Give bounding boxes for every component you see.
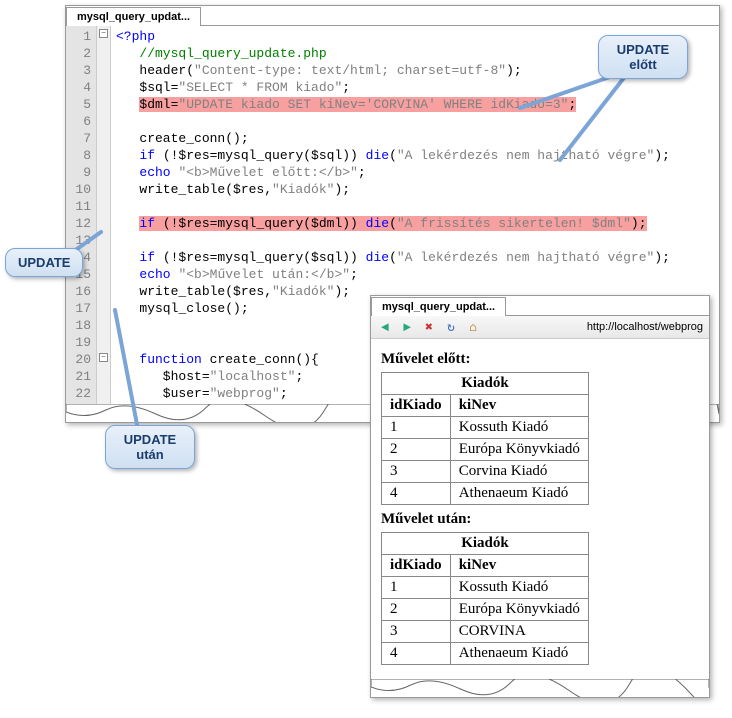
table-before: Kiadók idKiado kiNev 1Kossuth Kiadó2Euró… bbox=[381, 372, 589, 505]
line-number: 9 bbox=[71, 164, 91, 181]
code-line[interactable]: write_table($res,"Kiadók"); bbox=[116, 181, 714, 198]
code-line[interactable]: if (!$res=mysql_query($dml)) die("A fris… bbox=[116, 215, 714, 232]
url-bar[interactable]: http://localhost/webprog bbox=[587, 321, 703, 333]
line-number: 6 bbox=[71, 113, 91, 130]
line-number: 16 bbox=[71, 283, 91, 300]
line-number: 7 bbox=[71, 130, 91, 147]
cell-id: 4 bbox=[382, 483, 451, 505]
table-row: 1Kossuth Kiadó bbox=[382, 417, 589, 439]
code-line[interactable]: if (!$res=mysql_query($sql)) die("A leké… bbox=[116, 249, 714, 266]
back-icon[interactable]: ◄ bbox=[377, 319, 393, 335]
callout-before: UPDATE előtt bbox=[598, 35, 688, 79]
line-number: 1 bbox=[71, 28, 91, 45]
line-number: 18 bbox=[71, 317, 91, 334]
line-number: 22 bbox=[71, 385, 91, 402]
line-number: 19 bbox=[71, 334, 91, 351]
cell-name: Kossuth Kiadó bbox=[450, 417, 588, 439]
table-row: 3Corvina Kiadó bbox=[382, 461, 589, 483]
cell-id: 3 bbox=[382, 621, 451, 643]
table-row: 4Athenaeum Kiadó bbox=[382, 483, 589, 505]
code-line[interactable]: create_conn(); bbox=[116, 130, 714, 147]
code-line[interactable] bbox=[116, 113, 714, 130]
cell-id: 3 bbox=[382, 461, 451, 483]
callout-text: UPDATE bbox=[18, 255, 70, 270]
code-line[interactable]: if (!$res=mysql_query($sql)) die("A leké… bbox=[116, 147, 714, 164]
section-title-before: Művelet előtt: bbox=[381, 351, 699, 368]
browser-tab[interactable]: mysql_query_updat... bbox=[371, 297, 506, 316]
col-id: idKiado bbox=[382, 555, 451, 577]
cell-name: Kossuth Kiadó bbox=[450, 577, 588, 599]
fold-column: − − bbox=[97, 26, 111, 404]
callout-text: UPDATE bbox=[118, 432, 182, 447]
code-line[interactable]: $dml="UPDATE kiado SET kiNev='CORVINA' W… bbox=[116, 96, 714, 113]
torn-edge bbox=[371, 679, 709, 697]
callout-text: után bbox=[118, 447, 182, 462]
callout-after: UPDATE után bbox=[105, 425, 195, 469]
line-gutter: 12345678910111213141516171819202122 bbox=[66, 26, 97, 404]
table-row: 3CORVINA bbox=[382, 621, 589, 643]
table-after: Kiadók idKiado kiNev 1Kossuth Kiadó2Euró… bbox=[381, 532, 589, 665]
table-caption: Kiadók bbox=[382, 373, 589, 395]
fold-minus-icon[interactable]: − bbox=[99, 353, 108, 362]
cell-id: 4 bbox=[382, 643, 451, 665]
editor-tab[interactable]: mysql_query_updat... bbox=[66, 7, 201, 26]
line-number: 4 bbox=[71, 79, 91, 96]
line-number: 13 bbox=[71, 232, 91, 249]
col-name: kiNev bbox=[450, 555, 588, 577]
forward-icon[interactable]: ► bbox=[399, 319, 415, 335]
code-line[interactable]: echo "<b>Művelet előtt:</b>"; bbox=[116, 164, 714, 181]
line-number: 8 bbox=[71, 147, 91, 164]
cell-name: CORVINA bbox=[450, 621, 588, 643]
line-number: 17 bbox=[71, 300, 91, 317]
code-line[interactable]: echo "<b>Művelet után:</b>"; bbox=[116, 266, 714, 283]
cell-id: 1 bbox=[382, 417, 451, 439]
reload-icon[interactable]: ↻ bbox=[443, 319, 459, 335]
line-number: 11 bbox=[71, 198, 91, 215]
cell-name: Athenaeum Kiadó bbox=[450, 643, 588, 665]
code-line[interactable] bbox=[116, 198, 714, 215]
col-id: idKiado bbox=[382, 395, 451, 417]
home-icon[interactable]: ⌂ bbox=[465, 319, 481, 335]
callout-text: UPDATE bbox=[611, 42, 675, 57]
line-number: 3 bbox=[71, 62, 91, 79]
line-number: 2 bbox=[71, 45, 91, 62]
table-row: 2Európa Könyvkiadó bbox=[382, 439, 589, 461]
cell-name: Európa Könyvkiadó bbox=[450, 599, 588, 621]
col-name: kiNev bbox=[450, 395, 588, 417]
table-row: 4Athenaeum Kiadó bbox=[382, 643, 589, 665]
code-line[interactable]: $sql="SELECT * FROM kiado"; bbox=[116, 79, 714, 96]
cell-id: 1 bbox=[382, 577, 451, 599]
fold-minus-icon[interactable]: − bbox=[99, 29, 108, 38]
line-number: 12 bbox=[71, 215, 91, 232]
line-number: 10 bbox=[71, 181, 91, 198]
browser-window: mysql_query_updat... ◄ ► ✖ ↻ ⌂ http://lo… bbox=[370, 295, 710, 698]
table-row: 2Európa Könyvkiadó bbox=[382, 599, 589, 621]
table-row: 1Kossuth Kiadó bbox=[382, 577, 589, 599]
line-number: 21 bbox=[71, 368, 91, 385]
cell-id: 2 bbox=[382, 439, 451, 461]
cell-id: 2 bbox=[382, 599, 451, 621]
callout-update: UPDATE bbox=[5, 248, 83, 277]
browser-toolbar: ◄ ► ✖ ↻ ⌂ http://localhost/webprog bbox=[371, 315, 709, 339]
browser-body: Művelet előtt: Kiadók idKiado kiNev 1Kos… bbox=[371, 339, 709, 679]
callout-text: előtt bbox=[611, 57, 675, 72]
line-number: 5 bbox=[71, 96, 91, 113]
cell-name: Athenaeum Kiadó bbox=[450, 483, 588, 505]
cell-name: Corvina Kiadó bbox=[450, 461, 588, 483]
line-number: 20 bbox=[71, 351, 91, 368]
cell-name: Európa Könyvkiadó bbox=[450, 439, 588, 461]
code-line[interactable] bbox=[116, 232, 714, 249]
section-title-after: Művelet után: bbox=[381, 511, 699, 528]
stop-icon[interactable]: ✖ bbox=[421, 319, 437, 335]
table-caption: Kiadók bbox=[382, 533, 589, 555]
